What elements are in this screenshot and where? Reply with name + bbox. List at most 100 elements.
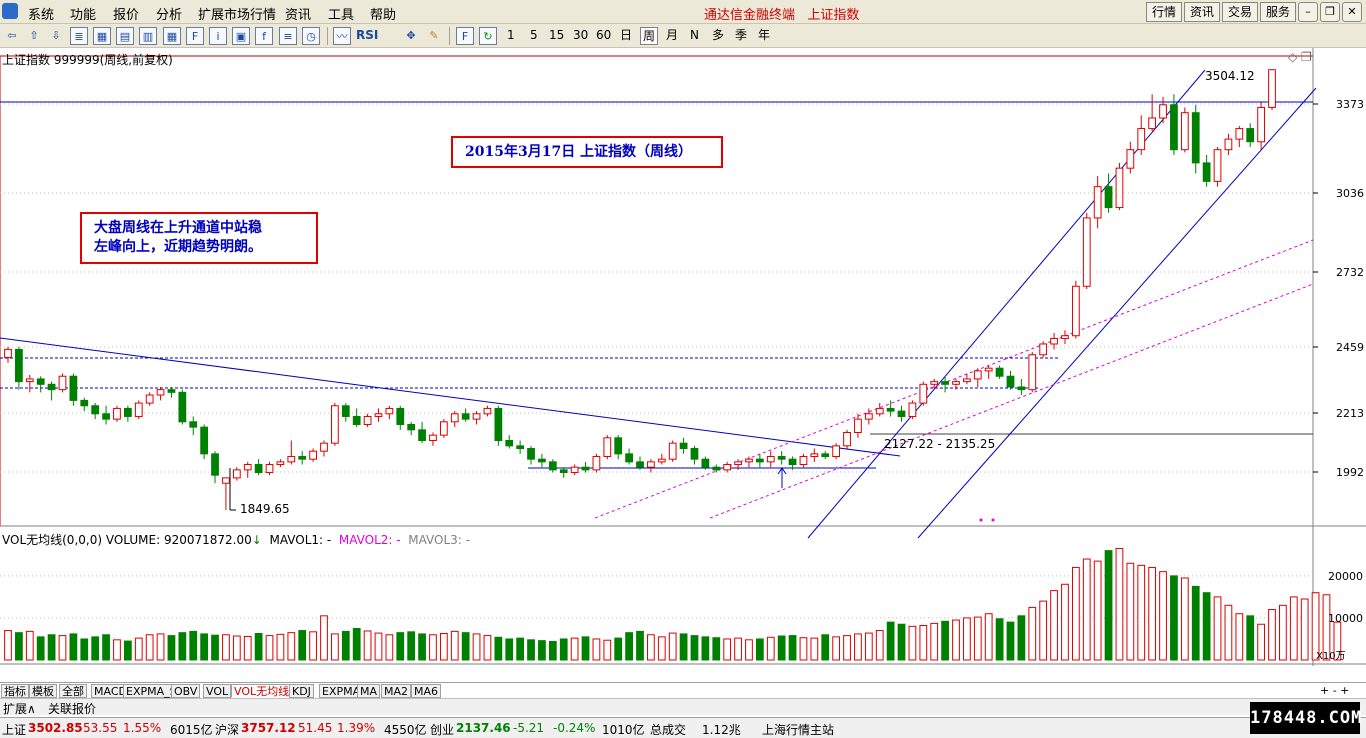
doc-icon[interactable]: ≣ — [70, 27, 88, 45]
tab-5[interactable]: OBV — [171, 684, 201, 698]
close-icon[interactable]: ✕ — [1342, 2, 1362, 22]
candle-body — [854, 418, 862, 433]
volume-bar — [1279, 604, 1287, 661]
trade-button[interactable]: 交易 — [1222, 2, 1258, 22]
candle-body — [483, 407, 492, 415]
trend-icon[interactable]: 〰 — [333, 27, 351, 45]
menu-quotes[interactable]: 报价 — [113, 4, 139, 23]
refresh-icon[interactable]: ↻ — [479, 27, 497, 45]
tab-0[interactable]: 指标 — [1, 684, 29, 698]
volume-bar — [745, 639, 753, 661]
f10-icon[interactable]: F — [186, 27, 204, 45]
candle-body — [461, 413, 470, 420]
up-channel-lower — [917, 87, 1317, 539]
volume-bar — [538, 640, 546, 661]
f5-icon[interactable]: F — [456, 27, 474, 45]
info-icon[interactable]: i — [209, 27, 227, 45]
minute-chart-icon[interactable]: ▤ — [116, 27, 134, 45]
candle-body — [516, 445, 525, 450]
candle-body — [570, 466, 579, 474]
tab-7[interactable]: VOL无均线 — [231, 684, 293, 698]
period-15[interactable]: 15 — [549, 27, 564, 45]
menu-extended-market[interactable]: 扩展市场行情 — [198, 4, 276, 23]
rsi-button[interactable]: RSI — [356, 27, 378, 45]
period-5[interactable]: 5 — [530, 27, 538, 45]
menu-help[interactable]: 帮助 — [370, 4, 396, 23]
volume-bar — [952, 619, 960, 661]
tab-1[interactable]: 模板 — [29, 684, 57, 698]
tab-2[interactable]: 全部 — [59, 684, 87, 698]
volume-bar — [799, 637, 808, 661]
grid-icon[interactable]: ▦ — [163, 27, 181, 45]
pen-icon[interactable]: ✎ — [425, 27, 443, 45]
volume-bar — [211, 634, 219, 661]
menu-function[interactable]: 功能 — [70, 4, 96, 23]
candle-body — [113, 407, 121, 420]
minimize-icon[interactable]: – — [1298, 2, 1318, 22]
arrow-up-icon[interactable]: ⇧ — [25, 27, 43, 45]
period-n[interactable]: N — [690, 27, 699, 45]
period-year[interactable]: 年 — [758, 27, 770, 45]
volume-bar — [854, 633, 862, 661]
menu-tools[interactable]: 工具 — [328, 4, 354, 23]
candle-body — [788, 458, 797, 466]
candle-body — [843, 431, 851, 447]
candle-body — [1202, 162, 1211, 182]
chart-options-icon[interactable]: ◇ ❐ — [1288, 50, 1312, 64]
candle-body — [15, 348, 23, 383]
quotes-button[interactable]: 行情 — [1146, 2, 1182, 22]
tab-8[interactable]: KDJ — [289, 684, 314, 698]
menu-news[interactable]: 资讯 — [285, 4, 311, 23]
tab-6[interactable]: VOL — [203, 684, 232, 698]
arrow-down-icon[interactable]: ⇩ — [47, 27, 65, 45]
candle-body — [1006, 375, 1015, 388]
volume-bar — [58, 635, 67, 661]
candle-body — [156, 389, 165, 396]
service-button[interactable]: 服务 — [1260, 2, 1296, 22]
candle-body — [810, 453, 819, 458]
menu-system[interactable]: 系统 — [28, 4, 54, 23]
news-button[interactable]: 资讯 — [1184, 2, 1220, 22]
tab-10[interactable]: MA — [357, 684, 381, 698]
watermark-logo: 178448.COM — [1250, 702, 1361, 734]
volume-bar — [341, 630, 350, 661]
rank-icon[interactable]: ≡ — [279, 27, 297, 45]
period-month[interactable]: 月 — [666, 27, 678, 45]
period-multi[interactable]: 多 — [712, 27, 724, 45]
clock-icon[interactable]: ◷ — [302, 27, 320, 45]
volume-bar — [755, 638, 764, 661]
period-week[interactable]: 周 — [640, 27, 659, 45]
period-day[interactable]: 日 — [620, 27, 632, 45]
menu-analysis[interactable]: 分析 — [156, 4, 182, 23]
candle-body — [636, 461, 644, 468]
restore-icon[interactable]: ❐ — [1320, 2, 1340, 22]
volume-bar — [897, 623, 906, 661]
volume-bar — [1082, 558, 1091, 661]
candle-body — [385, 407, 394, 415]
kline-icon[interactable]: ▥ — [139, 27, 157, 45]
volume-bar — [1235, 613, 1244, 661]
arrow-left-icon[interactable]: ⇦ — [3, 27, 21, 45]
tab-11[interactable]: MA2 — [381, 684, 412, 698]
tab-12[interactable]: MA6 — [411, 684, 442, 698]
fiz-icon[interactable]: f — [255, 27, 273, 45]
period-1[interactable]: 1 — [507, 27, 515, 45]
table-icon[interactable]: ▦ — [93, 27, 111, 45]
price-panel-frame — [0, 55, 1314, 527]
move-icon[interactable]: ✥ — [402, 27, 420, 45]
zoom-controls[interactable]: + - + — [1320, 684, 1349, 697]
candle-body — [1213, 149, 1222, 182]
period-quarter[interactable]: 季 — [735, 27, 747, 45]
related-quotes[interactable]: 关联报价 — [48, 700, 96, 717]
period-30[interactable]: 30 — [573, 27, 588, 45]
y-tick-label: 2732 — [1336, 266, 1364, 279]
extension-toggle[interactable]: 扩展∧ — [3, 700, 36, 717]
period-60[interactable]: 60 — [596, 27, 611, 45]
volume-bar — [930, 622, 939, 661]
volume-bar — [80, 638, 89, 661]
calc-icon[interactable]: ▣ — [232, 27, 250, 45]
sh-change: 53.55 — [83, 721, 118, 735]
candle-body — [799, 456, 808, 466]
candle-body — [265, 464, 274, 474]
candle-body — [298, 456, 307, 460]
